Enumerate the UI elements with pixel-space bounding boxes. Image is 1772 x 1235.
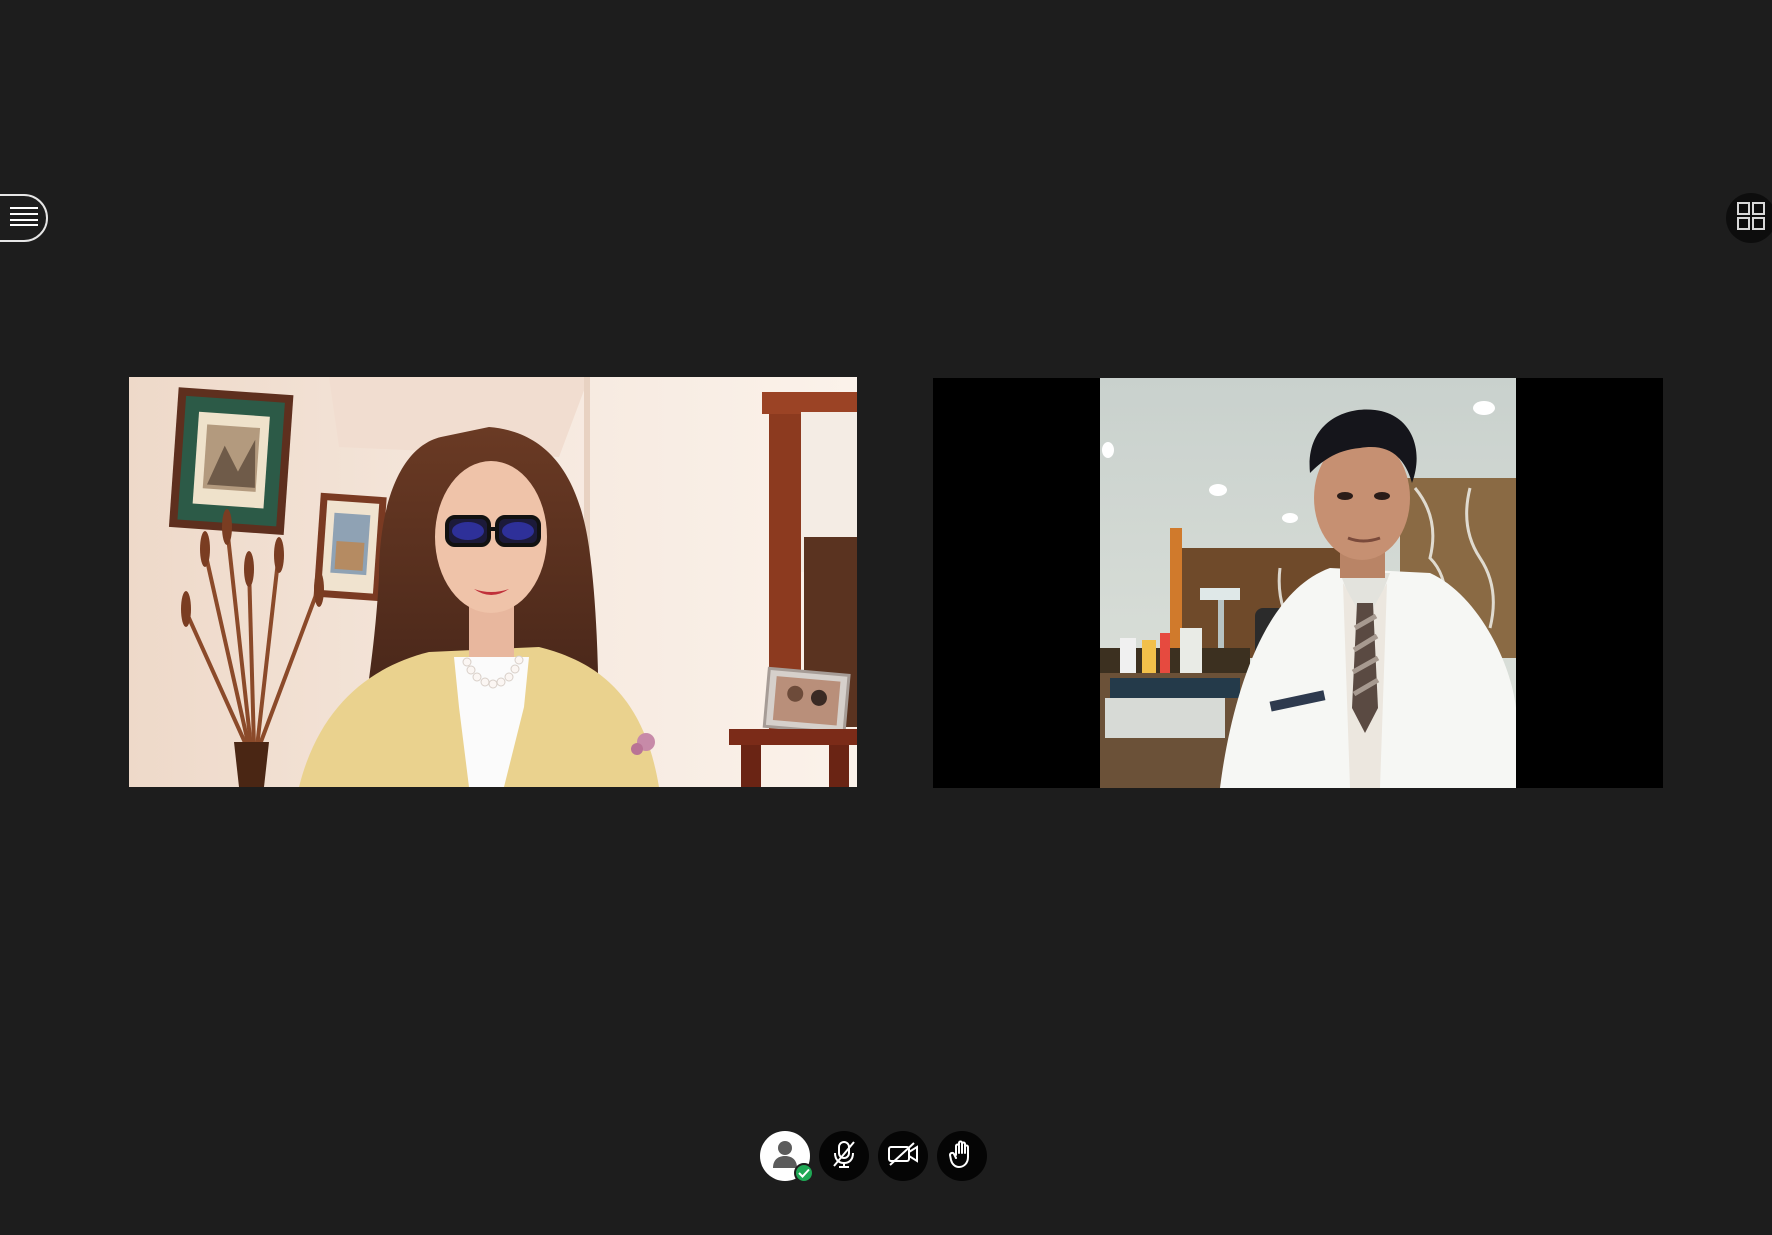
video-tile-1[interactable]	[129, 377, 857, 787]
camera-button[interactable]	[878, 1131, 928, 1181]
meeting-view	[0, 0, 1772, 1235]
check-icon	[794, 1163, 814, 1183]
control-bar	[760, 1131, 987, 1183]
raise-hand-button[interactable]	[937, 1131, 987, 1181]
microphone-button[interactable]	[819, 1131, 869, 1181]
participant-video-1	[129, 377, 857, 787]
sidebar-toggle-button[interactable]	[0, 194, 48, 242]
hamburger-icon	[2, 206, 38, 231]
camera-off-icon	[887, 1141, 919, 1172]
layout-toggle-button[interactable]	[1726, 193, 1772, 243]
user-status-button[interactable]	[760, 1131, 814, 1183]
microphone-muted-icon	[829, 1139, 859, 1174]
participant-video-2	[933, 378, 1663, 788]
grid-view-icon	[1737, 201, 1765, 235]
video-tile-2[interactable]	[933, 378, 1663, 788]
hand-icon	[948, 1139, 976, 1174]
